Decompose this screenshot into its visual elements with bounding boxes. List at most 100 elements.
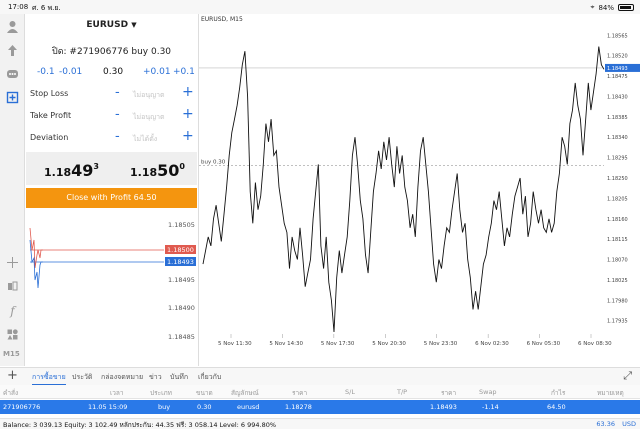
y-tick-label: 1.18475 [607, 74, 628, 80]
deviation-plus-button[interactable]: + [182, 128, 194, 144]
cell-profit: 64.50 [547, 403, 566, 411]
stop-loss-plus-button[interactable]: + [182, 84, 194, 100]
indicators-icon[interactable]: f [4, 302, 21, 319]
take-profit-row: Take Profit - ไม่อนุญาต + [30, 106, 194, 128]
col-swap[interactable]: Swap [479, 388, 497, 396]
chat-icon[interactable] [4, 66, 21, 83]
col-order[interactable]: คำสั่ง [3, 388, 18, 398]
tab-mailbox[interactable]: กล่องจดหมาย [101, 372, 143, 383]
y-tick-label: 1.18385 [607, 115, 628, 121]
objects-icon[interactable] [4, 278, 21, 295]
ask-sup: 0 [179, 161, 185, 171]
new-order-icon[interactable] [4, 89, 21, 106]
shapes-icon[interactable] [4, 326, 21, 343]
deviation-value[interactable]: ไม่ได้ตั้ง [133, 134, 157, 145]
col-type[interactable]: ประเภท [150, 388, 172, 398]
cell-symbol: eurusd [237, 403, 260, 411]
timeframe-button[interactable]: M15 [3, 350, 20, 358]
cell-order: 271906776 [3, 403, 41, 411]
ask-price-marker-text: 1.18500 [167, 246, 194, 254]
status-date: ศ. 6 พ.ย. [32, 4, 61, 12]
x-tick-label: 5 Nov 14:30 [269, 341, 303, 347]
col-sl[interactable]: S/L [345, 388, 355, 396]
price-chart[interactable]: EURUSD, M15 5 Nov 11:30 5 Nov 14:30 5 Nov … [198, 14, 640, 366]
balance-text: Balance: 3 039.13 Equity: 3 102.49 หลักป… [3, 421, 277, 429]
tab-about[interactable]: เกี่ยวกับ [198, 372, 221, 383]
tab-trade[interactable]: การซื้อขาย [32, 372, 66, 386]
trade-level-label: buy 0.30 [201, 159, 226, 165]
tab-history[interactable]: ประวัติ [72, 372, 92, 383]
symbol-name: EURUSD [86, 20, 129, 30]
cell-type: buy [158, 403, 171, 411]
close-with-profit-button[interactable]: Close with Profit 64.50 [26, 188, 197, 208]
volume-minus-0-1-button[interactable]: -0.1 [37, 67, 55, 77]
y-tick-label: 1.18250 [607, 176, 628, 182]
cell-open-price: 1.18278 [285, 403, 312, 411]
take-profit-value[interactable]: ไม่อนุญาต [133, 112, 165, 123]
col-comment[interactable]: หมายเหตุ [597, 388, 624, 398]
take-profit-label: Take Profit [30, 111, 72, 120]
trade-table-header: คำสั่ง เวลา ประเภท ขนาด สัญลักษณ์ ราคา S… [0, 385, 640, 399]
y-tick-label: 1.18430 [607, 94, 628, 100]
stop-loss-row: Stop Loss - ไม่อนุญาต + [30, 84, 194, 106]
order-title: ปิด: #271906776 buy 0.30 [51, 47, 172, 57]
bid-price-marker-text: 1.18493 [167, 258, 194, 266]
x-tick-label: 6 Nov 05:30 [527, 341, 561, 347]
expand-icon[interactable]: ⤢ [623, 369, 632, 383]
col-open-price[interactable]: ราคา [292, 388, 307, 398]
col-time[interactable]: เวลา [110, 388, 124, 398]
add-icon[interactable]: + [7, 368, 18, 383]
col-symbol[interactable]: สัญลักษณ์ [231, 388, 259, 398]
x-tick-label: 5 Nov 11:30 [218, 341, 252, 347]
battery-icon [618, 4, 634, 11]
y-tick-label: 1.18205 [607, 196, 628, 202]
tab-journal[interactable]: บันทึก [170, 372, 188, 383]
y-tick-label: 1.18115 [607, 237, 628, 243]
take-profit-plus-button[interactable]: + [182, 106, 194, 122]
current-price-marker-text: 1.18493 [607, 66, 628, 72]
col-current-price[interactable]: ราคา [441, 388, 456, 398]
volume-value[interactable]: 0.30 [103, 67, 123, 77]
col-tp[interactable]: T/P [397, 388, 407, 396]
table-row[interactable]: 271906776 11.05 15:09 buy 0.30 eurusd 1.… [0, 400, 640, 414]
col-volume[interactable]: ขนาด [196, 388, 213, 398]
cell-time: 11.05 15:09 [88, 403, 128, 411]
take-profit-minus-button[interactable]: - [115, 107, 120, 122]
deviation-label: Deviation [30, 133, 69, 142]
tab-news[interactable]: ข่าว [149, 372, 162, 383]
mini-price-label: 1.18485 [168, 333, 195, 341]
cell-current-price: 1.18493 [430, 403, 457, 411]
x-tick-label: 6 Nov 08:30 [578, 341, 612, 347]
deviation-minus-button[interactable]: - [115, 129, 120, 144]
bid-price: 1.18493 [44, 161, 99, 180]
volume-plus-0-1-button[interactable]: +0.1 [173, 67, 195, 77]
status-right: ⌖ 84% [590, 3, 634, 12]
stop-loss-value[interactable]: ไม่อนุญาต [133, 90, 165, 101]
battery-percent: 84% [598, 3, 614, 12]
bid-big: 49 [71, 161, 94, 180]
stop-loss-minus-button[interactable]: - [115, 85, 120, 100]
price-series-line [202, 46, 605, 333]
trade-transfer-icon[interactable] [4, 42, 21, 59]
cell-volume: 0.30 [197, 403, 212, 411]
y-tick-label: 1.17935 [607, 319, 628, 325]
volume-minus-0-01-button[interactable]: -0.01 [59, 67, 82, 77]
volume-plus-0-01-button[interactable]: +0.01 [143, 67, 171, 77]
order-panel: EURUSD ▼ ปิด: #271906776 buy 0.30 -0.1 -… [26, 14, 197, 208]
bid-sup: 3 [93, 161, 99, 171]
ask-big: 50 [157, 161, 180, 180]
status-time: 17:08 [8, 3, 29, 11]
x-tick-label: 5 Nov 20:30 [372, 341, 406, 347]
x-tick-label: 5 Nov 23:30 [424, 341, 458, 347]
crosshair-icon[interactable] [4, 254, 21, 271]
col-profit[interactable]: กำไร [551, 388, 565, 398]
y-tick-label: 1.18070 [607, 258, 628, 264]
tick-chart: 1.18500 1.18493 1.18505 1.18495 1.18490 … [26, 210, 197, 360]
symbol-selector[interactable]: EURUSD ▼ [26, 20, 197, 30]
account-summary: Balance: 3 039.13 Equity: 3 102.49 หลักป… [0, 418, 640, 429]
account-icon[interactable] [4, 18, 21, 35]
bid-prefix: 1.18 [44, 166, 72, 179]
y-tick-label: 1.18340 [607, 135, 628, 141]
cell-swap: -1.14 [482, 403, 499, 411]
y-tick-label: 1.17980 [607, 298, 628, 304]
